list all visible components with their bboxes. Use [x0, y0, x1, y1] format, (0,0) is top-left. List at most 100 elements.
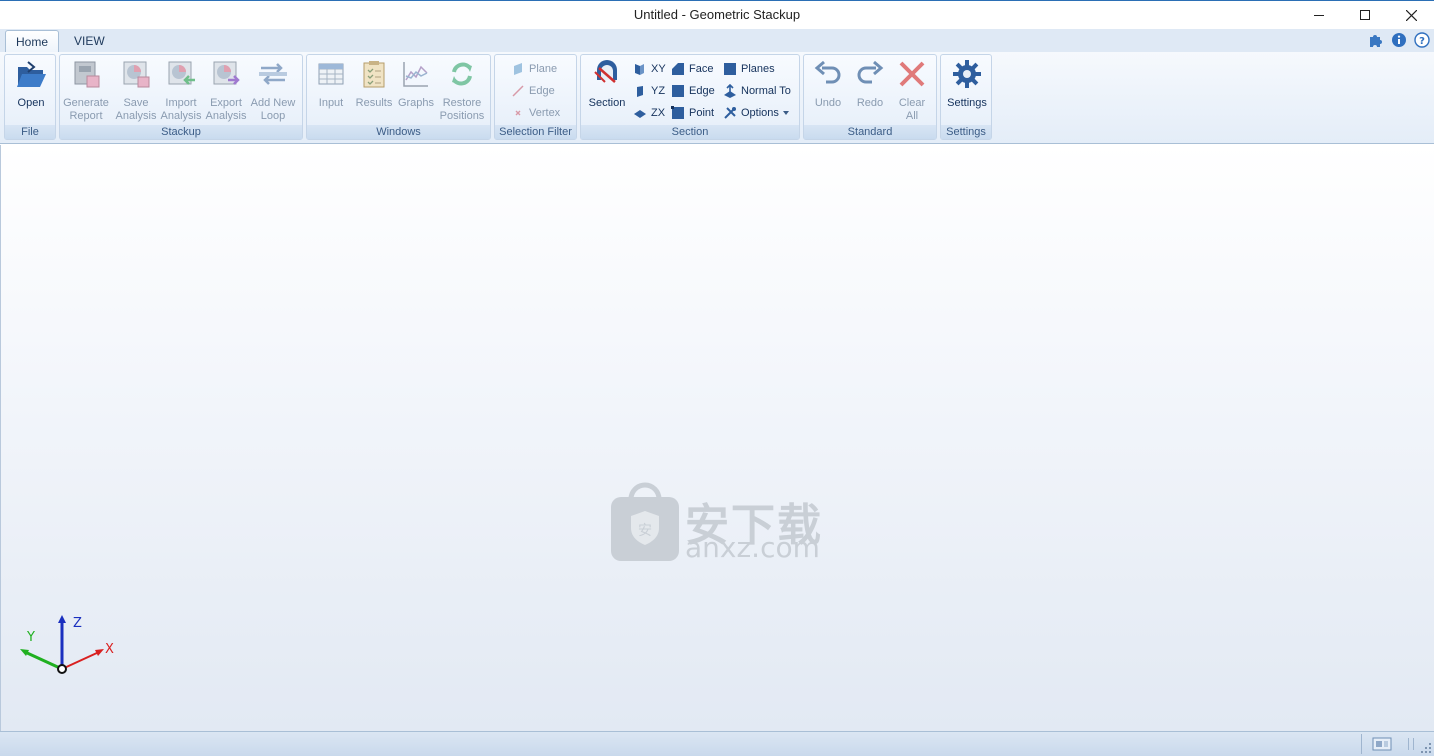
filter-vertex-label: Vertex: [529, 107, 561, 119]
undo-button[interactable]: Undo: [804, 58, 852, 124]
group-file: Open File: [4, 54, 56, 140]
resize-grip-icon[interactable]: [1420, 742, 1432, 754]
puzzle-icon[interactable]: [1367, 31, 1384, 48]
y-axis-line: [24, 650, 63, 671]
shield-bag-icon: 安: [611, 482, 679, 561]
info-icon[interactable]: [1390, 31, 1407, 48]
generate-report-button[interactable]: Generate Report: [62, 58, 110, 124]
section-normal-to-label: Normal To: [741, 85, 791, 97]
close-button[interactable]: [1388, 1, 1434, 29]
x-axis-arrow: [95, 649, 104, 656]
clear-x-icon: [899, 61, 925, 87]
results-button[interactable]: Results: [350, 58, 398, 124]
section-normal-to-button[interactable]: Normal To: [723, 81, 791, 101]
undo-icon: [814, 60, 841, 84]
z-axis-arrow: [58, 615, 66, 623]
settings-label: Settings: [947, 97, 987, 109]
filter-vertex-button[interactable]: Vertex: [511, 103, 560, 123]
section-face-button[interactable]: Face: [671, 59, 713, 79]
ribbon-tab-row: Home VIEW ?: [0, 29, 1434, 52]
open-button[interactable]: Open: [7, 58, 55, 124]
help-icon[interactable]: ?: [1413, 31, 1430, 48]
status-bar: [0, 731, 1434, 756]
group-label-stackup: Stackup: [60, 125, 302, 139]
clipboard-results-icon: [363, 61, 385, 88]
section-xy-button[interactable]: XY: [633, 59, 666, 79]
import-analysis-button[interactable]: Import Analysis: [157, 58, 205, 124]
export-analysis-button[interactable]: Export Analysis: [202, 58, 250, 124]
filter-edge-label: Edge: [529, 85, 555, 97]
restore-positions-button[interactable]: Restore Positions: [437, 58, 487, 124]
input-button[interactable]: Input: [307, 58, 355, 124]
maximize-button[interactable]: [1342, 1, 1388, 29]
viewport-canvas[interactable]: 安 安下载 anxz.com Z Y X: [0, 145, 1434, 731]
zx-plane-icon: [634, 110, 646, 118]
filter-edge-button[interactable]: Edge: [511, 81, 555, 101]
minimize-button[interactable]: [1296, 1, 1342, 29]
section-yz-label: YZ: [651, 85, 666, 97]
normal-to-icon: [724, 84, 736, 98]
table-input-icon: [318, 63, 344, 85]
face-icon: [672, 63, 684, 75]
redo-label: Redo: [856, 97, 884, 109]
chevron-down-icon: [782, 111, 789, 115]
section-point-button[interactable]: Point: [671, 103, 714, 123]
redo-button[interactable]: Redo: [846, 58, 894, 124]
add-new-loop-label: Add New Loop: [250, 97, 296, 122]
watermark: 安 安下载 anxz.com: [609, 481, 839, 564]
import-analysis-icon: [168, 61, 195, 85]
results-label: Results: [355, 97, 393, 109]
section-face-label: Face: [689, 63, 714, 75]
section-options-button[interactable]: Options: [723, 103, 789, 123]
axis-y-label: Y: [26, 630, 35, 645]
save-analysis-button[interactable]: Save Analysis: [112, 58, 160, 124]
settings-button[interactable]: Settings: [943, 58, 991, 124]
clear-all-button[interactable]: Clear All: [888, 58, 936, 124]
import-analysis-label: Import Analysis: [160, 97, 202, 122]
open-label: Open: [17, 97, 45, 109]
gear-icon: [953, 60, 981, 88]
refresh-icon: [452, 62, 472, 86]
section-zx-label: ZX: [651, 107, 666, 119]
ribbon: Open File Generate Report Save Analysis …: [0, 52, 1434, 144]
tab-home[interactable]: Home: [5, 30, 60, 52]
status-separator: [1361, 734, 1362, 754]
view-layout-icon[interactable]: [1372, 736, 1394, 752]
section-zx-button[interactable]: ZX: [633, 103, 665, 123]
help-icons: ?: [1367, 31, 1430, 48]
section-button[interactable]: Section: [583, 58, 631, 124]
group-label-windows: Windows: [307, 125, 490, 139]
plane-icon: [514, 63, 522, 75]
filter-plane-button[interactable]: Plane: [511, 59, 557, 79]
generate-report-label: Generate Report: [63, 97, 109, 122]
graphs-label: Graphs: [397, 97, 435, 109]
axis-z-label: Z: [73, 616, 82, 631]
group-stackup: Generate Report Save Analysis Import Ana…: [59, 54, 303, 140]
section-edge-button[interactable]: Edge: [671, 81, 715, 101]
clear-all-label: Clear All: [898, 97, 926, 122]
section-options-label: Options: [741, 107, 779, 119]
section-planes-button[interactable]: Planes: [723, 59, 775, 79]
title-bar: Untitled - Geometric Stackup: [0, 0, 1434, 29]
tab-view[interactable]: VIEW: [64, 30, 115, 52]
minimize-icon: [1314, 14, 1324, 16]
section-yz-button[interactable]: YZ: [633, 81, 665, 101]
yz-plane-icon: [637, 86, 643, 97]
window-title: Untitled - Geometric Stackup: [633, 7, 801, 22]
redo-icon: [857, 60, 884, 84]
section-point-label: Point: [689, 107, 715, 119]
add-new-loop-button[interactable]: Add New Loop: [249, 58, 297, 124]
svg-text:?: ?: [1419, 36, 1425, 47]
axis-triad: Z Y X: [20, 615, 114, 674]
edge-icon: [672, 85, 684, 97]
status-divider-bars: [1408, 738, 1414, 750]
group-settings: Settings Settings: [940, 54, 992, 140]
group-label-file: File: [5, 125, 55, 139]
vertex-icon: [515, 110, 521, 116]
planes-icon: [724, 63, 736, 75]
close-icon: [1405, 9, 1417, 21]
group-standard: Undo Redo Clear All Standard: [803, 54, 937, 140]
input-label: Input: [318, 97, 344, 109]
xy-plane-icon: [635, 64, 644, 75]
graphs-button[interactable]: Graphs: [392, 58, 440, 124]
